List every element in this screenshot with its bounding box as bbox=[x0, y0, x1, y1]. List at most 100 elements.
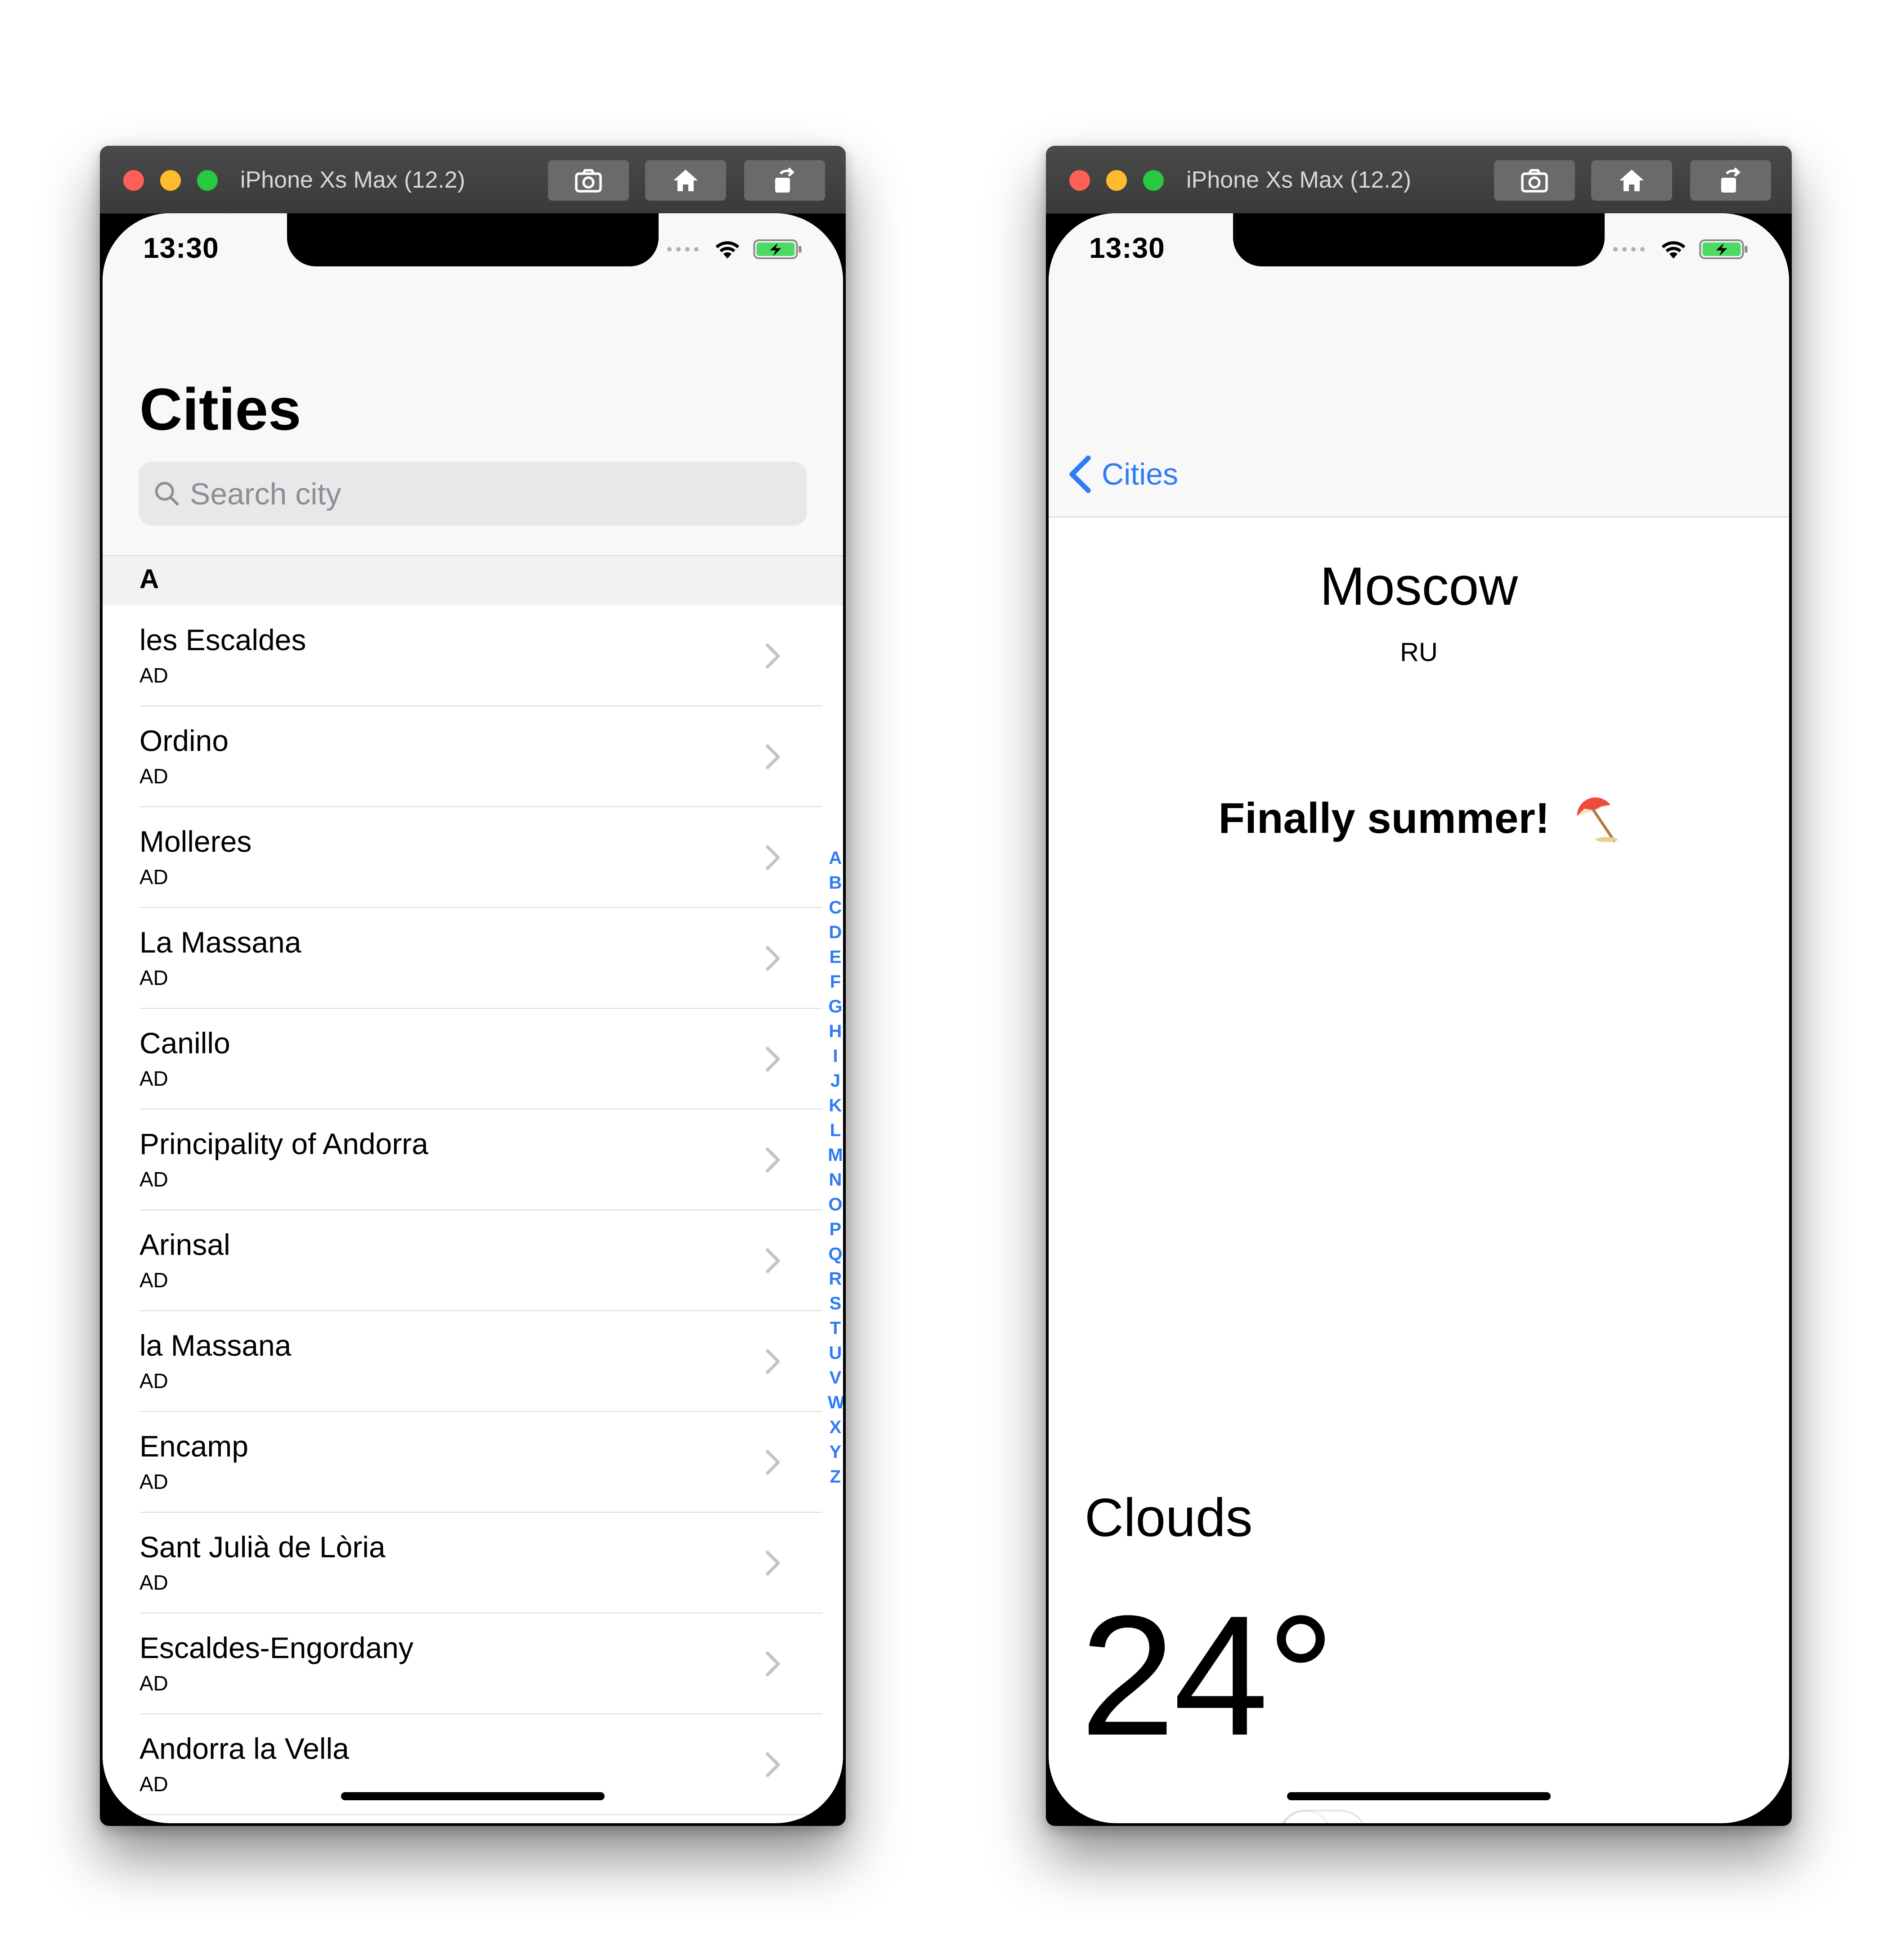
index-letter[interactable]: V bbox=[828, 1366, 843, 1390]
home-icon bbox=[673, 170, 698, 191]
index-letter[interactable]: Z bbox=[828, 1465, 843, 1489]
index-letter[interactable]: T bbox=[828, 1316, 843, 1341]
city-row[interactable]: Arinsal AD bbox=[103, 1210, 843, 1311]
toggle-knob bbox=[1281, 1812, 1330, 1823]
screenshot-button[interactable] bbox=[1494, 160, 1575, 201]
city-name: Principality of Andorra bbox=[139, 1127, 428, 1160]
country-code: AD bbox=[139, 1772, 168, 1796]
chevron-right-icon bbox=[766, 1551, 780, 1576]
city-row[interactable]: Sant Julià de Lòria AD bbox=[103, 1513, 843, 1614]
index-letter[interactable]: A bbox=[828, 846, 843, 871]
phone-screen: 13:30 Cities Moscow RU Finally summer! C… bbox=[1049, 213, 1789, 1823]
temperature: 24° bbox=[1080, 1580, 1335, 1771]
minimize-window-button[interactable] bbox=[160, 170, 181, 191]
phone-screen: 13:30 Cities A les E bbox=[103, 213, 843, 1823]
index-letter[interactable]: F bbox=[828, 970, 843, 994]
battery-charging-icon bbox=[1699, 239, 1748, 259]
index-letter[interactable]: D bbox=[828, 920, 843, 945]
index-letter[interactable]: G bbox=[828, 994, 843, 1019]
back-button[interactable]: Cities bbox=[1068, 452, 1178, 497]
chevron-right-icon bbox=[766, 845, 780, 870]
country-code: AD bbox=[139, 764, 168, 788]
fahrenheit-label: Fahrenheit bbox=[1085, 1820, 1256, 1823]
weather-message-text: Finally summer! bbox=[1218, 794, 1550, 842]
section-index-bar[interactable]: ABCDEFGHIJKLMNOPQRSTUVWXYZ bbox=[828, 846, 843, 1489]
country-code: AD bbox=[139, 966, 168, 989]
status-time: 13:30 bbox=[1089, 232, 1165, 264]
home-indicator[interactable] bbox=[1287, 1792, 1551, 1800]
home-indicator[interactable] bbox=[341, 1792, 605, 1800]
city-row[interactable]: Ordino AD bbox=[103, 706, 843, 807]
home-button[interactable] bbox=[1591, 160, 1672, 201]
index-letter[interactable]: L bbox=[828, 1118, 843, 1143]
screenshot-button[interactable] bbox=[548, 160, 629, 201]
country-code: RU bbox=[1400, 638, 1438, 667]
city-row[interactable]: Molleres AD bbox=[103, 807, 843, 908]
city-name: Sant Julià de Lòria bbox=[139, 1530, 386, 1564]
chevron-right-icon bbox=[766, 643, 780, 669]
city-row[interactable]: Escaldes-Engordany AD bbox=[103, 1614, 843, 1714]
close-window-button[interactable] bbox=[1069, 170, 1090, 191]
chevron-right-icon bbox=[766, 1651, 780, 1677]
chevron-right-icon bbox=[766, 1248, 780, 1273]
chevron-right-icon bbox=[766, 1752, 780, 1777]
index-letter[interactable]: H bbox=[828, 1019, 843, 1044]
wifi-icon bbox=[1661, 241, 1686, 259]
city-name: Molleres bbox=[139, 825, 252, 858]
city-row[interactable]: la Massana AD bbox=[103, 1311, 843, 1412]
city-name: les Escaldes bbox=[139, 623, 306, 656]
city-row[interactable]: Encamp AD bbox=[103, 1412, 843, 1513]
index-letter[interactable]: N bbox=[828, 1168, 843, 1192]
beach-umbrella-icon bbox=[1577, 797, 1618, 842]
city-name: Ordino bbox=[139, 724, 229, 757]
row-separator bbox=[139, 1814, 822, 1815]
index-letter[interactable]: O bbox=[828, 1192, 843, 1217]
chevron-right-icon bbox=[766, 1450, 780, 1475]
search-input[interactable] bbox=[189, 462, 789, 526]
fahrenheit-toggle[interactable] bbox=[1279, 1810, 1367, 1823]
search-bar[interactable] bbox=[139, 462, 807, 526]
index-letter[interactable]: K bbox=[828, 1093, 843, 1118]
index-letter[interactable]: U bbox=[828, 1341, 843, 1366]
country-code: AD bbox=[139, 1672, 168, 1695]
city-row[interactable]: La Massana AD bbox=[103, 908, 843, 1009]
index-letter[interactable]: Q bbox=[828, 1242, 843, 1267]
zoom-window-button[interactable] bbox=[1143, 170, 1164, 191]
page-title: Cities bbox=[139, 376, 301, 442]
section-header-label: A bbox=[139, 564, 159, 594]
status-time: 13:30 bbox=[143, 232, 219, 264]
index-letter[interactable]: I bbox=[828, 1044, 843, 1069]
rotate-button[interactable] bbox=[744, 160, 825, 201]
city-row[interactable]: Principality of Andorra AD bbox=[103, 1110, 843, 1210]
country-code: AD bbox=[139, 865, 168, 889]
close-window-button[interactable] bbox=[123, 170, 144, 191]
index-letter[interactable]: M bbox=[828, 1143, 843, 1168]
rotate-button[interactable] bbox=[1690, 160, 1771, 201]
index-letter[interactable]: C bbox=[828, 895, 843, 920]
city-row[interactable]: les Escaldes AD bbox=[103, 606, 843, 706]
section-header: A bbox=[103, 556, 843, 606]
rotate-icon bbox=[775, 167, 794, 193]
country-code: AD bbox=[139, 1571, 168, 1594]
index-letter[interactable]: Y bbox=[828, 1440, 843, 1465]
zoom-window-button[interactable] bbox=[197, 170, 218, 191]
city-name: Andorra la Vella bbox=[139, 1732, 349, 1765]
index-letter[interactable]: X bbox=[828, 1415, 843, 1440]
index-letter[interactable]: J bbox=[828, 1069, 843, 1093]
back-button-label: Cities bbox=[1102, 457, 1179, 491]
chevron-right-icon bbox=[766, 1047, 780, 1072]
index-letter[interactable]: E bbox=[828, 945, 843, 970]
index-letter[interactable]: B bbox=[828, 871, 843, 895]
minimize-window-button[interactable] bbox=[1106, 170, 1127, 191]
city-row[interactable]: Canillo AD bbox=[103, 1009, 843, 1110]
simulator-title: iPhone Xs Max (12.2) bbox=[1186, 167, 1412, 193]
signal-icon bbox=[667, 247, 699, 252]
screenshot-icon bbox=[1521, 169, 1548, 193]
device-notch bbox=[287, 213, 659, 266]
index-letter[interactable]: R bbox=[828, 1267, 843, 1291]
home-button[interactable] bbox=[645, 160, 726, 201]
index-letter[interactable]: S bbox=[828, 1291, 843, 1316]
home-icon bbox=[1619, 170, 1644, 191]
index-letter[interactable]: P bbox=[828, 1217, 843, 1242]
index-letter[interactable]: W bbox=[828, 1390, 843, 1415]
